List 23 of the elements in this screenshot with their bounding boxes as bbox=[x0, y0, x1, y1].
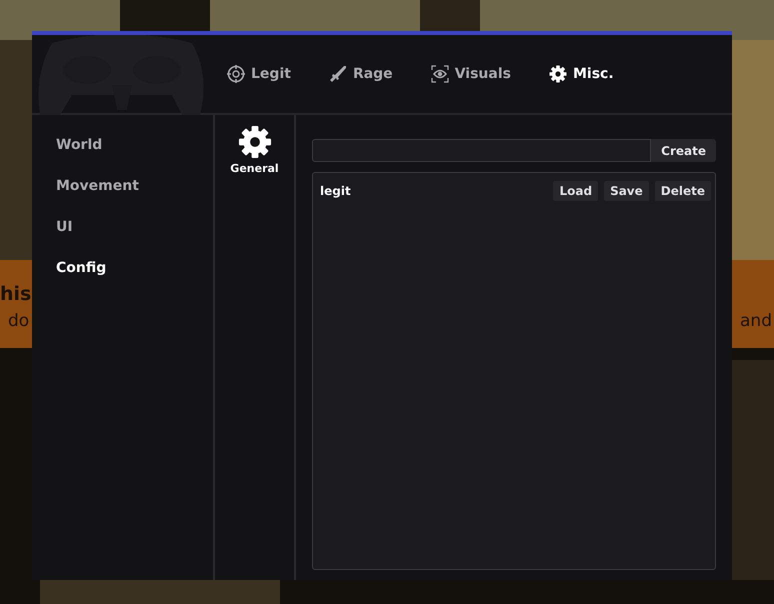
tab[interactable]: Misc. bbox=[548, 64, 614, 84]
create-button[interactable]: Create bbox=[651, 139, 716, 162]
tab[interactable]: Rage bbox=[328, 64, 393, 84]
banner-text: and bbox=[740, 310, 772, 333]
input-field[interactable] bbox=[312, 139, 652, 162]
eye-icon bbox=[430, 65, 449, 83]
tab[interactable]: Visuals bbox=[430, 64, 511, 84]
settings-icon bbox=[548, 65, 567, 83]
save-button[interactable]: Save bbox=[604, 181, 649, 201]
delete-button[interactable]: Delete bbox=[654, 181, 711, 201]
subtab[interactable]: General bbox=[230, 125, 279, 178]
sidebar-item[interactable]: World bbox=[32, 125, 102, 166]
banner-heading: his bbox=[0, 282, 32, 307]
rifle-icon bbox=[328, 65, 347, 83]
config-name: legit bbox=[320, 183, 352, 200]
banner-text: do bbox=[8, 310, 30, 333]
tab[interactable]: Legit bbox=[227, 64, 291, 84]
sidebar-item[interactable]: UI bbox=[32, 207, 73, 248]
sidebar-item[interactable]: Movement bbox=[32, 166, 139, 207]
settings-icon bbox=[238, 125, 272, 159]
crosshair-icon bbox=[227, 65, 245, 83]
sidebar-item[interactable]: Config bbox=[32, 248, 106, 289]
load-button[interactable]: Load bbox=[553, 181, 598, 201]
